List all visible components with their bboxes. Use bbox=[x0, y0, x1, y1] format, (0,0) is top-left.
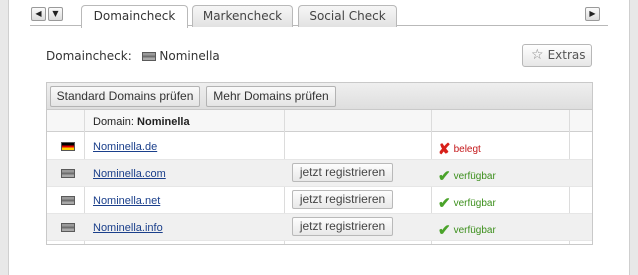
status-text: belegt bbox=[453, 144, 481, 155]
triangle-left-icon: ◀ bbox=[35, 9, 42, 18]
checkmark-icon: ✔ bbox=[438, 222, 451, 239]
checkmark-icon: ✔ bbox=[438, 168, 451, 185]
triangle-down-icon: ▼ bbox=[52, 9, 59, 18]
panel-toolbar: Standard Domains prüfen Mehr Domains prü… bbox=[47, 83, 592, 110]
grid-header: Domain: Nominella bbox=[47, 110, 592, 132]
page-title: Domaincheck: Nominella bbox=[46, 49, 220, 63]
de-flag-icon bbox=[61, 142, 75, 151]
grid-header-domain: Domain: Nominella bbox=[93, 116, 190, 128]
tab-list-menu-button[interactable]: ▼ bbox=[48, 7, 63, 21]
checkmark-icon: ✔ bbox=[438, 195, 451, 212]
tab-scroll-right-button[interactable]: ▶ bbox=[585, 7, 600, 21]
register-button[interactable]: jetzt registrieren bbox=[292, 190, 393, 209]
generic-flag-icon bbox=[61, 223, 75, 232]
cross-icon: ✘ bbox=[438, 141, 451, 158]
check-standard-domains-button[interactable]: Standard Domains prüfen bbox=[50, 86, 200, 107]
status-text: verfügbar bbox=[453, 198, 496, 209]
status-badge: ✔ verfügbar bbox=[438, 194, 496, 212]
generic-flag-icon bbox=[141, 52, 156, 61]
tab-markencheck[interactable]: Markencheck bbox=[192, 5, 293, 27]
table-row: Nominella.net jetzt registrieren ✔ verfüg… bbox=[47, 187, 592, 214]
status-badge: ✔ verfügbar bbox=[438, 167, 496, 185]
domain-link[interactable]: Nominella.de bbox=[93, 141, 157, 153]
status-text: verfügbar bbox=[453, 225, 496, 236]
status-badge: ✔ verfügbar bbox=[438, 221, 496, 239]
star-outline-icon: ☆ bbox=[531, 47, 544, 63]
title-name: Nominella bbox=[159, 49, 220, 63]
domain-link[interactable]: Nominella.info bbox=[93, 222, 163, 234]
header-prefix: Domain: bbox=[93, 116, 134, 128]
header-name: Nominella bbox=[137, 116, 190, 128]
triangle-right-icon: ▶ bbox=[589, 9, 596, 18]
tab-social-check[interactable]: Social Check bbox=[298, 5, 397, 27]
tab-scroll-left-button[interactable]: ◀ bbox=[31, 7, 46, 21]
register-button[interactable]: jetzt registrieren bbox=[292, 217, 393, 236]
status-text: verfügbar bbox=[453, 171, 496, 182]
extras-button[interactable]: ☆ Extras bbox=[522, 44, 592, 67]
tab-domaincheck[interactable]: Domaincheck bbox=[81, 5, 188, 28]
check-more-domains-button[interactable]: Mehr Domains prüfen bbox=[206, 86, 336, 107]
domain-link[interactable]: Nominella.net bbox=[93, 195, 160, 207]
window-frame-left bbox=[0, 0, 9, 275]
generic-flag-icon bbox=[61, 196, 75, 205]
table-row: Nominella.com jetzt registrieren ✔ verfüg… bbox=[47, 160, 592, 187]
extras-label: Extras bbox=[547, 48, 586, 62]
table-row: Nominella.info jetzt registrieren ✔ verfü… bbox=[47, 214, 592, 241]
domain-results-panel: Standard Domains prüfen Mehr Domains prü… bbox=[46, 82, 593, 245]
domain-link[interactable]: Nominella.com bbox=[93, 168, 166, 180]
title-label: Domaincheck: bbox=[46, 49, 132, 63]
table-row: Nominella.de ✘ belegt bbox=[47, 133, 592, 160]
status-badge: ✘ belegt bbox=[438, 140, 481, 158]
register-button[interactable]: jetzt registrieren bbox=[292, 163, 393, 182]
generic-flag-icon bbox=[61, 169, 75, 178]
window-frame-right bbox=[629, 0, 638, 275]
